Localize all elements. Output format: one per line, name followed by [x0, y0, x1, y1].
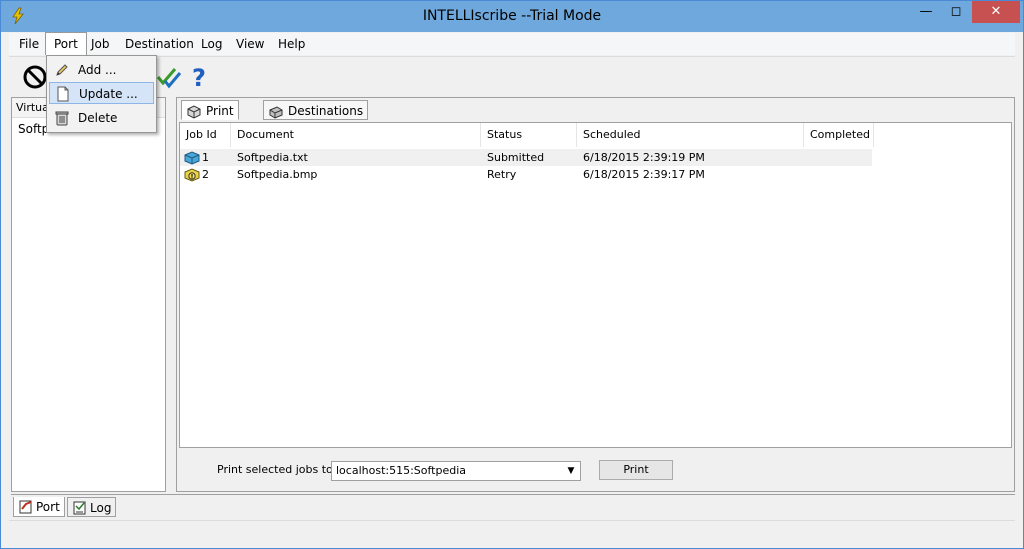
- minimize-button[interactable]: —: [911, 1, 941, 23]
- column-scheduled[interactable]: Scheduled: [577, 123, 804, 147]
- help-icon[interactable]: ?: [185, 63, 213, 91]
- tab-destinations[interactable]: Destinations: [263, 100, 369, 120]
- menu-port[interactable]: Port: [45, 32, 87, 55]
- menu-destination[interactable]: Destination: [117, 33, 202, 55]
- job-id: 1: [202, 151, 209, 164]
- job-document: Softpedia.txt: [237, 151, 308, 164]
- port-menu-dropdown: Add ... Update ... Delete: [46, 55, 157, 133]
- tab-port[interactable]: Port: [13, 497, 65, 517]
- svg-text:!: !: [191, 174, 194, 181]
- title-bar[interactable]: INTELLIscribe --Trial Mode — ◻ ✕: [1, 1, 1023, 32]
- check-jobs-icon[interactable]: [155, 63, 183, 91]
- maximize-button[interactable]: ◻: [941, 1, 971, 23]
- menu-log[interactable]: Log: [193, 33, 230, 55]
- menu-view[interactable]: View: [228, 33, 272, 55]
- destination-select-value: localhost:515:Softpedia: [336, 464, 467, 477]
- jobs-panel: Print Jobs Destinations Job Id Document …: [176, 97, 1015, 492]
- panel-splitter[interactable]: [166, 97, 176, 492]
- stop-icon[interactable]: [21, 63, 49, 91]
- document-icon: [57, 86, 69, 102]
- print-jobs-list[interactable]: Job Id Document Status Scheduled Complet…: [179, 122, 1012, 448]
- table-row[interactable]: 1 Softpedia.txt Submitted 6/18/2015 2:39…: [180, 149, 872, 166]
- bottom-tabs: Port Log: [11, 494, 1015, 519]
- tab-port-label: Port: [36, 500, 60, 514]
- port-icon: [19, 500, 32, 514]
- tab-log[interactable]: Log: [67, 497, 117, 517]
- print-bar: Print selected jobs to: localhost:515:So…: [177, 454, 1014, 490]
- port-menu-update[interactable]: Update ...: [49, 82, 154, 104]
- tab-destinations-label: Destinations: [288, 104, 364, 118]
- tab-print-jobs[interactable]: Print Jobs: [181, 100, 239, 138]
- port-menu-add[interactable]: Add ...: [49, 59, 154, 81]
- job-document: Softpedia.bmp: [237, 168, 318, 181]
- port-list-item[interactable]: Softp: [18, 122, 49, 136]
- column-completed[interactable]: Completed: [804, 123, 874, 147]
- destination-select[interactable]: localhost:515:Softpedia ▼: [331, 461, 581, 481]
- log-icon: [73, 501, 86, 515]
- print-button[interactable]: Print: [599, 460, 673, 480]
- menu-bar: File Port Job Destination Log View Help: [9, 32, 1015, 55]
- job-submitted-icon: [184, 151, 200, 165]
- window-title: INTELLIscribe --Trial Mode: [422, 8, 602, 24]
- tab-log-label: Log: [90, 501, 112, 515]
- close-button[interactable]: ✕: [972, 1, 1020, 23]
- printer-icon: [187, 105, 201, 119]
- svg-text:?: ?: [192, 64, 206, 91]
- ports-panel: Virtual Softp: [11, 97, 166, 492]
- menu-help[interactable]: Help: [270, 33, 313, 55]
- menu-job[interactable]: Job: [83, 33, 118, 55]
- job-scheduled: 6/18/2015 2:39:19 PM: [583, 151, 705, 164]
- port-menu-delete[interactable]: Delete: [49, 107, 154, 129]
- job-status: Submitted: [487, 151, 545, 164]
- table-row[interactable]: ! 2 Softpedia.bmp Retry 6/18/2015 2:39:1…: [180, 166, 872, 183]
- column-document[interactable]: Document: [231, 123, 481, 147]
- trash-icon: [55, 111, 69, 126]
- status-bar: [9, 520, 1015, 543]
- port-menu-delete-label: Delete: [78, 111, 118, 125]
- job-status: Retry: [487, 168, 517, 181]
- port-menu-add-label: Add ...: [78, 63, 117, 77]
- chevron-down-icon[interactable]: ▼: [564, 463, 578, 479]
- job-retry-icon: !: [184, 168, 200, 182]
- toolbar: ?: [9, 56, 1015, 95]
- port-menu-update-label: Update ...: [79, 87, 138, 101]
- job-scheduled: 6/18/2015 2:39:17 PM: [583, 168, 705, 181]
- column-job-id[interactable]: Job Id: [180, 123, 231, 147]
- menu-file[interactable]: File: [11, 33, 47, 55]
- pencil-icon: [56, 64, 68, 76]
- column-status[interactable]: Status: [481, 123, 577, 147]
- print-selected-label: Print selected jobs to:: [217, 463, 337, 476]
- job-id: 2: [202, 168, 209, 181]
- destination-printer-icon: [269, 106, 283, 119]
- app-window: INTELLIscribe --Trial Mode — ◻ ✕ File Po…: [0, 0, 1024, 549]
